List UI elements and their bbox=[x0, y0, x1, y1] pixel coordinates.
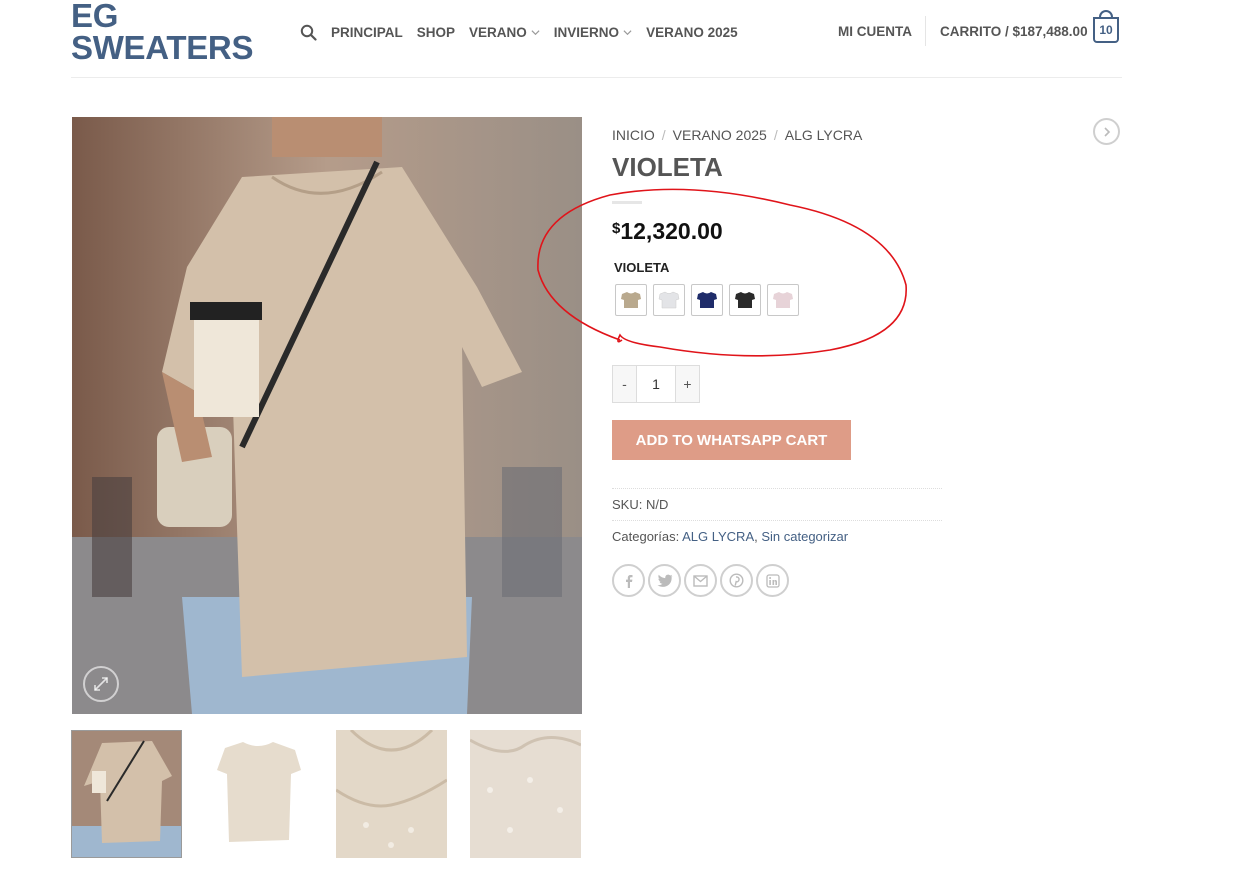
color-swatches bbox=[615, 284, 805, 316]
product-thumbnail-3[interactable] bbox=[336, 730, 447, 858]
categories-label: Categorías: bbox=[612, 529, 680, 544]
qty-minus-button[interactable]: - bbox=[612, 365, 637, 403]
share-facebook-button[interactable] bbox=[612, 564, 645, 597]
swatch-beige[interactable] bbox=[615, 284, 647, 316]
qty-input[interactable]: 1 bbox=[637, 365, 675, 403]
nav-label: INVIERNO bbox=[553, 24, 620, 40]
swatch-black[interactable] bbox=[729, 284, 761, 316]
nav-label: SHOP bbox=[416, 24, 456, 40]
shirt-swatch-icon bbox=[697, 292, 717, 308]
product-title: VIOLETA bbox=[612, 152, 723, 182]
next-product-button[interactable] bbox=[1093, 118, 1120, 145]
sku-value: N/D bbox=[645, 497, 669, 512]
shirt-swatch-icon bbox=[621, 292, 641, 308]
product-thumbnail-4[interactable] bbox=[470, 730, 581, 858]
twitter-icon bbox=[657, 574, 672, 587]
nav-item-verano-2025[interactable]: VERANO 2025 bbox=[646, 25, 738, 40]
annotation-circle bbox=[537, 188, 907, 357]
search-icon[interactable] bbox=[300, 24, 317, 41]
cart-link[interactable]: CARRITO / $187,488.00 bbox=[940, 24, 1088, 39]
price-amount: 12,320.00 bbox=[620, 218, 723, 244]
price-currency: $ bbox=[612, 220, 621, 237]
share-linkedin-button[interactable] bbox=[756, 564, 789, 597]
nav-item-shop[interactable]: SHOP bbox=[417, 25, 455, 40]
swatch-white[interactable] bbox=[653, 284, 685, 316]
cart-count-icon[interactable]: 10 bbox=[1093, 17, 1119, 43]
sku-label: SKU: bbox=[612, 497, 643, 512]
swatch-pink[interactable] bbox=[767, 284, 799, 316]
breadcrumb-link[interactable]: ALG LYCRA bbox=[785, 127, 863, 143]
product-thumbnail-1[interactable] bbox=[71, 730, 182, 858]
header-divider-line bbox=[71, 77, 1122, 78]
product-price: $12,320.00 bbox=[612, 218, 723, 245]
shirt-swatch-icon bbox=[773, 292, 793, 308]
chevron-down-icon bbox=[623, 29, 632, 35]
breadcrumb-link[interactable]: VERANO 2025 bbox=[673, 127, 767, 143]
nav-label: VERANO 2025 bbox=[646, 24, 738, 40]
share-email-button[interactable] bbox=[684, 564, 717, 597]
breadcrumb: INICIO / VERANO 2025/ALG LYCRA bbox=[612, 127, 863, 143]
share-icons bbox=[612, 564, 792, 597]
facebook-icon bbox=[625, 574, 632, 588]
share-pinterest-button[interactable] bbox=[720, 564, 753, 597]
categories-row: Categorías: ALG LYCRA, Sin categorizar bbox=[612, 529, 848, 544]
quantity-stepper: - 1 + bbox=[612, 365, 700, 403]
nav-item-invierno[interactable]: INVIERNO bbox=[554, 25, 632, 40]
chevron-right-icon bbox=[1103, 126, 1110, 137]
site-logo[interactable]: EG SWEATERS bbox=[71, 0, 261, 64]
meta-divider bbox=[612, 520, 942, 521]
shirt-swatch-icon bbox=[658, 291, 680, 309]
share-twitter-button[interactable] bbox=[648, 564, 681, 597]
product-main-image[interactable] bbox=[72, 117, 582, 714]
expand-icon bbox=[94, 677, 108, 691]
nav-label: PRINCIPAL bbox=[331, 24, 403, 40]
title-divider bbox=[612, 201, 642, 204]
meta-divider bbox=[612, 488, 942, 489]
nav-item-principal[interactable]: PRINCIPAL bbox=[331, 25, 403, 40]
category-link[interactable]: ALG LYCRA bbox=[682, 529, 754, 544]
email-icon bbox=[693, 574, 708, 587]
account-link[interactable]: MI CUENTA bbox=[838, 24, 912, 39]
shirt-swatch-icon bbox=[735, 292, 755, 308]
swatch-navy[interactable] bbox=[691, 284, 723, 316]
qty-plus-button[interactable]: + bbox=[675, 365, 700, 403]
pinterest-icon bbox=[729, 573, 744, 588]
breadcrumb-link[interactable]: INICIO bbox=[612, 127, 655, 143]
header-divider bbox=[925, 16, 926, 46]
sku-row: SKU: N/D bbox=[612, 497, 668, 512]
main-nav: PRINCIPAL SHOP VERANO INVIERNO VERANO 20… bbox=[300, 22, 752, 42]
nav-item-verano[interactable]: VERANO bbox=[469, 25, 540, 40]
variation-label: VIOLETA bbox=[614, 260, 670, 275]
product-thumbnail-2[interactable] bbox=[203, 730, 314, 858]
category-link[interactable]: Sin categorizar bbox=[761, 529, 848, 544]
add-to-whatsapp-cart-button[interactable]: ADD TO WHATSAPP CART bbox=[612, 420, 851, 460]
chevron-down-icon bbox=[531, 29, 540, 35]
nav-label: VERANO bbox=[469, 24, 527, 40]
linkedin-icon bbox=[765, 573, 780, 588]
zoom-expand-button[interactable] bbox=[83, 666, 119, 702]
